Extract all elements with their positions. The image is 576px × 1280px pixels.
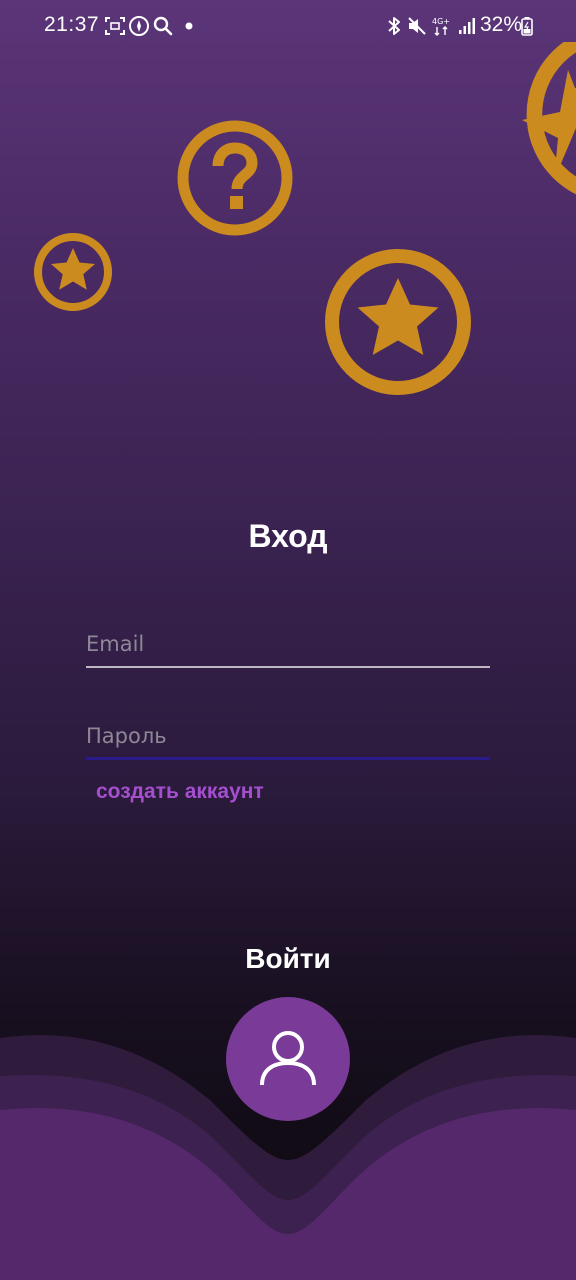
email-input[interactable] — [86, 622, 490, 666]
search-icon — [153, 16, 173, 36]
bluetooth-icon — [388, 17, 400, 35]
password-input[interactable] — [86, 714, 490, 758]
compass-icon — [129, 16, 149, 36]
signal-icon — [459, 18, 475, 34]
email-field[interactable] — [86, 622, 490, 668]
question-badge-icon — [177, 120, 293, 236]
dot-icon — [185, 22, 193, 30]
login-label: Войти — [245, 943, 331, 974]
email-underline — [86, 666, 490, 668]
star-badge-icon — [34, 233, 112, 311]
battery-icon — [521, 17, 533, 36]
star-badge-icon — [325, 249, 471, 395]
login-button[interactable] — [226, 997, 350, 1121]
password-field[interactable] — [86, 714, 490, 760]
status-time: 21:37 — [44, 13, 100, 36]
screenshot-icon — [105, 17, 125, 35]
password-underline — [86, 757, 490, 760]
user-icon — [260, 1031, 316, 1086]
login-screen: 21:37 4G+ 32% Вход Email создать аккаунт… — [0, 0, 576, 1280]
star-badge-icon — [522, 42, 576, 195]
create-account-link[interactable]: создать аккаунт — [96, 780, 264, 804]
svg-text:4G+: 4G+ — [432, 17, 450, 26]
mute-icon — [408, 17, 426, 35]
network-4g-icon: 4G+ — [432, 17, 450, 36]
battery-percent: 32% — [480, 13, 523, 36]
page-title: Вход — [248, 518, 328, 554]
